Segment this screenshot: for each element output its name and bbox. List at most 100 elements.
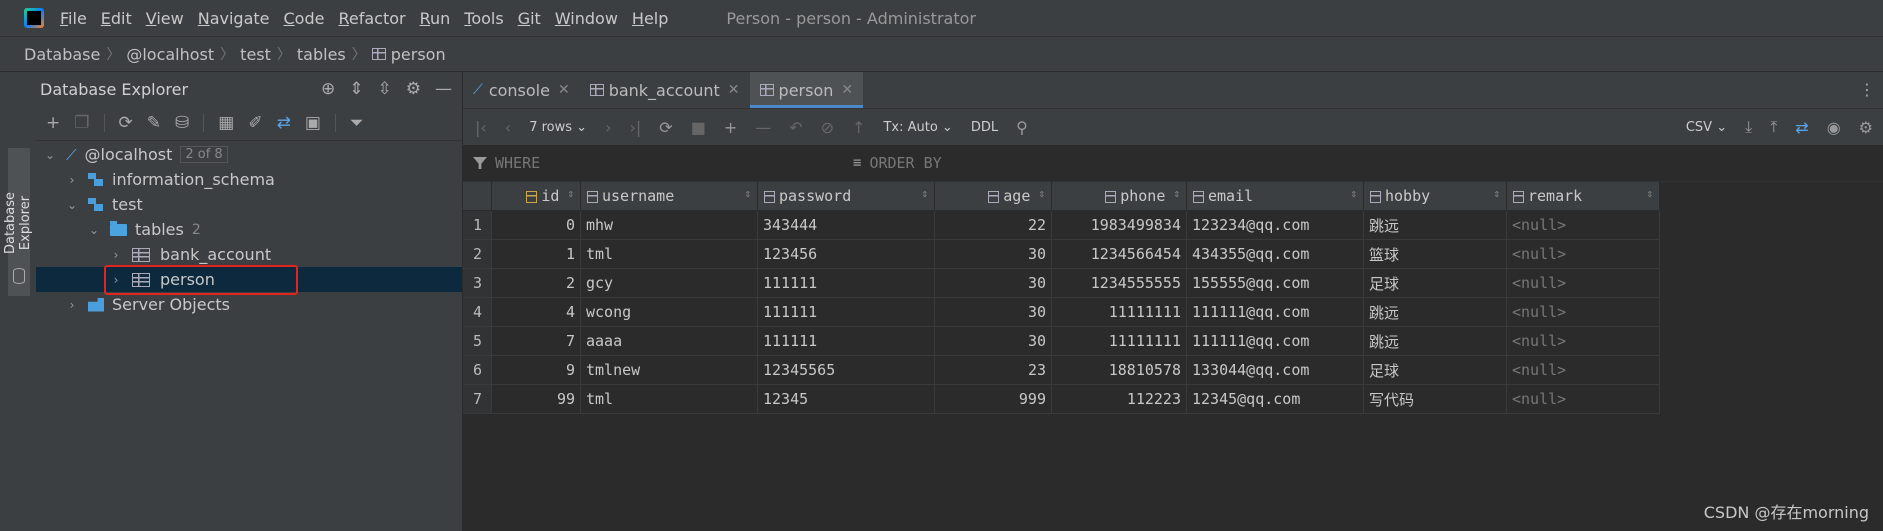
tree-item-test[interactable]: ⌄ test [36,192,462,217]
import-icon[interactable]: ⤒ [1770,117,1777,137]
menu-navigate[interactable]: Navigate [198,9,270,28]
cell-password[interactable]: 111111 [757,326,935,356]
delete-row-icon[interactable]: — [755,118,771,137]
first-page-icon[interactable]: |‹ [475,118,487,137]
chevron-down-icon[interactable]: ⌄ [44,148,56,162]
cell-email[interactable]: 111111@qq.com [1186,326,1364,356]
table-row[interactable]: 2 1 tml 123456 30 1234566454 434355@qq.c… [463,239,1660,269]
cell-hobby[interactable]: 跳远 [1363,210,1507,240]
cell-phone[interactable]: 11111111 [1051,326,1187,356]
column-header-age[interactable]: age ⇕ [934,182,1052,211]
cell-password[interactable]: 12345 [757,384,935,414]
row-number[interactable]: 6 [463,355,492,385]
sort-toggle-icon[interactable]: ⇕ [1493,187,1500,200]
minimize-icon[interactable]: — [435,79,452,99]
column-header-username[interactable]: username ⇕ [580,182,758,211]
cell-hobby[interactable]: 足球 [1363,355,1507,385]
reload-icon[interactable]: ⟳ [659,118,672,137]
menu-window[interactable]: Window [555,9,618,28]
cell-password[interactable]: 123456 [757,239,935,269]
table-row[interactable]: 7 99 tml 12345 999 112223 12345@qq.com 写… [463,384,1660,414]
cell-age[interactable]: 30 [934,326,1052,356]
table-row[interactable]: 5 7 aaaa 111111 30 11111111 111111@qq.co… [463,326,1660,356]
cell-remark[interactable]: <null> [1506,210,1660,240]
table-row[interactable]: 4 4 wcong 111111 30 11111111 111111@qq.c… [463,297,1660,327]
locate-icon[interactable]: ⊕ [321,79,335,99]
export-icon[interactable]: ⤓ [1745,117,1752,137]
cell-username[interactable]: wcong [580,297,758,327]
properties-icon[interactable]: ✎ [147,113,161,133]
menu-code[interactable]: Code [284,9,325,28]
sort-toggle-icon[interactable]: ⇕ [567,187,574,200]
order-by-input[interactable]: ≡ ORDER BY [853,154,942,172]
rows-count-dropdown[interactable]: 7 rows ⌄ [529,120,587,135]
where-filter-input[interactable]: WHERE [463,154,853,172]
submit-icon[interactable]: ↑ [852,118,865,137]
menu-view[interactable]: View [146,9,184,28]
sort-toggle-icon[interactable]: ⇕ [1350,187,1357,200]
host-schema-count[interactable]: 2 of 8 [180,146,228,163]
transaction-mode-dropdown[interactable]: Tx: Auto ⌄ [883,120,952,135]
revert-all-icon[interactable]: ⊘ [821,118,834,137]
menu-run[interactable]: Run [420,9,451,28]
gear-icon[interactable]: ⚙ [1859,118,1873,137]
gear-icon[interactable]: ⚙ [406,79,421,99]
revert-icon[interactable]: ↶ [789,118,802,137]
column-header-email[interactable]: email ⇕ [1186,182,1364,211]
refresh-icon[interactable]: ⟳ [119,113,133,133]
cell-remark[interactable]: <null> [1506,268,1660,298]
cell-remark[interactable]: <null> [1506,326,1660,356]
cell-hobby[interactable]: 写代码 [1363,384,1507,414]
cell-username[interactable]: mhw [580,210,758,240]
cell-phone[interactable]: 18810578 [1051,355,1187,385]
add-row-icon[interactable]: + [724,118,737,137]
query-console-icon[interactable]: ▣ [305,113,321,133]
chevron-down-icon[interactable]: ⌄ [88,223,100,237]
column-header-phone[interactable]: phone ⇕ [1051,182,1187,211]
sort-toggle-icon[interactable]: ⇕ [1038,187,1045,200]
cell-username[interactable]: tmlnew [580,355,758,385]
table-row[interactable]: 6 9 tmlnew 12345565 23 18810578 133044@q… [463,355,1660,385]
table-row[interactable]: 1 0 mhw 343444 22 1983499834 123234@qq.c… [463,210,1660,240]
tab-person[interactable]: person ✕ [749,72,864,108]
cell-remark[interactable]: <null> [1506,355,1660,385]
tab-console[interactable]: ⟋ console ✕ [463,72,580,108]
cell-email[interactable]: 434355@qq.com [1186,239,1364,269]
cell-hobby[interactable]: 足球 [1363,268,1507,298]
cell-id[interactable]: 9 [491,355,581,385]
filter-icon[interactable]: ⏷ [350,113,364,133]
column-header-remark[interactable]: remark ⇕ [1506,182,1660,211]
breadcrumb-tables[interactable]: tables [297,45,346,64]
close-icon[interactable]: ✕ [728,82,740,98]
menu-help[interactable]: Help [632,9,668,28]
menu-tools[interactable]: Tools [464,9,503,28]
cell-remark[interactable]: <null> [1506,384,1660,414]
cell-username[interactable]: gcy [580,268,758,298]
cell-username[interactable]: tml [580,239,758,269]
cell-phone[interactable]: 1983499834 [1051,210,1187,240]
sort-toggle-icon[interactable]: ⇕ [1173,187,1180,200]
cell-email[interactable]: 111111@qq.com [1186,297,1364,327]
chevron-right-icon[interactable]: › [66,298,78,312]
cell-hobby[interactable]: 跳远 [1363,297,1507,327]
column-header-hobby[interactable]: hobby ⇕ [1363,182,1507,211]
compare-icon[interactable]: ⇄ [277,113,291,133]
chevron-right-icon[interactable]: › [110,248,122,262]
data-source-icon[interactable]: ⛁ [175,113,189,133]
row-number[interactable]: 3 [463,268,492,298]
cell-phone[interactable]: 112223 [1051,384,1187,414]
cell-phone[interactable]: 11111111 [1051,297,1187,327]
export-format-dropdown[interactable]: CSV ⌄ [1686,120,1727,135]
tree-item-host[interactable]: ⌄ ⟋ @localhost 2 of 8 [36,142,462,167]
cell-id[interactable]: 7 [491,326,581,356]
row-number[interactable]: 2 [463,239,492,269]
column-header-password[interactable]: password ⇕ [757,182,935,211]
last-page-icon[interactable]: ›| [629,118,641,137]
cell-id[interactable]: 4 [491,297,581,327]
eye-icon[interactable]: ◉ [1827,118,1841,137]
menu-refactor[interactable]: Refactor [338,9,405,28]
cell-age[interactable]: 30 [934,239,1052,269]
cell-age[interactable]: 999 [934,384,1052,414]
table-row[interactable]: 3 2 gcy 111111 30 1234555555 155555@qq.c… [463,268,1660,298]
edit-icon[interactable]: ✐ [248,113,262,133]
